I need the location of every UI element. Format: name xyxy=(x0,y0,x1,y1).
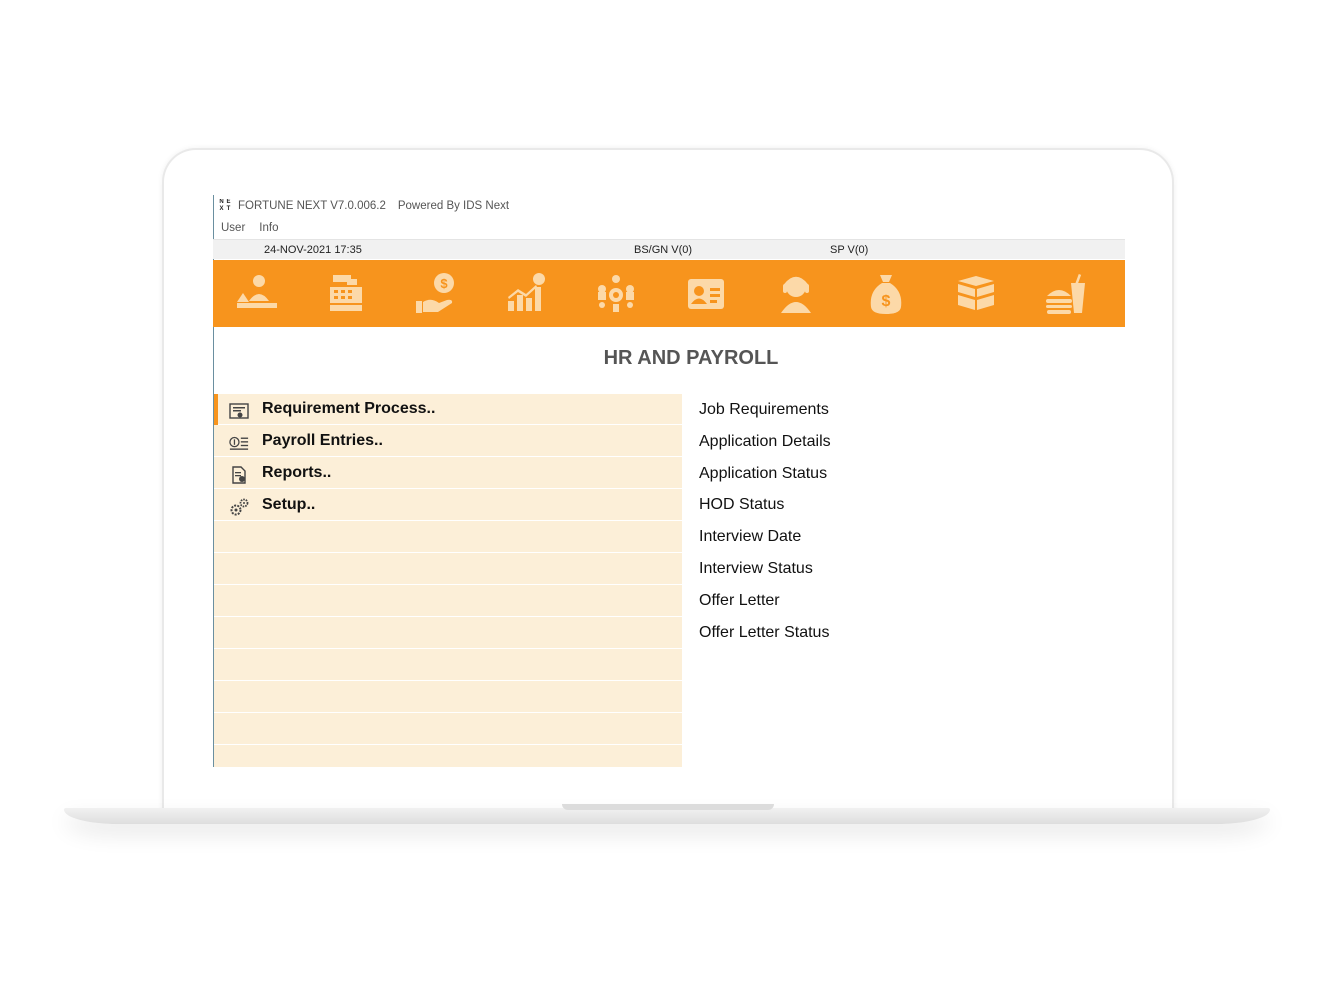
app-logo-icon: NE XT xyxy=(219,199,231,212)
empty-menu-row xyxy=(214,746,682,767)
network-hub-icon[interactable] xyxy=(593,271,639,317)
svg-text:$: $ xyxy=(882,293,891,310)
module-menu-panel: Requirement Process.. Payroll Entries.. … xyxy=(214,394,682,767)
status-bar: 24-NOV-2021 17:35 BS/GN V(0) SP V(0) xyxy=(213,239,1125,259)
menu-user[interactable]: User xyxy=(221,222,245,234)
empty-menu-row xyxy=(214,522,682,553)
svg-text:$: $ xyxy=(440,276,448,291)
status-bs-gn: BS/GN V(0) xyxy=(634,244,693,256)
cash-register-icon[interactable] xyxy=(323,271,369,317)
menu-item-label: Payroll Entries.. xyxy=(262,432,383,449)
laptop-base xyxy=(64,808,1270,824)
status-datetime: 24-NOV-2021 17:35 xyxy=(264,244,362,256)
empty-menu-row xyxy=(214,586,682,617)
food-drink-icon[interactable] xyxy=(1043,271,1089,317)
submenu-item-hod-status[interactable]: HOD Status xyxy=(699,496,919,520)
boxes-icon[interactable] xyxy=(953,271,999,317)
menu-item-label: Setup.. xyxy=(262,496,316,513)
money-bag-icon[interactable]: $ xyxy=(863,271,909,317)
app-window: NE XT FORTUNE NEXT V7.0.006.2 Powered By… xyxy=(213,193,1125,767)
menu-bar: User Info xyxy=(213,220,284,236)
support-agent-icon[interactable] xyxy=(773,271,819,317)
front-office-icon[interactable] xyxy=(233,271,279,317)
gears-icon xyxy=(230,498,249,516)
submenu-item-application-details[interactable]: Application Details xyxy=(699,433,919,457)
laptop-notch xyxy=(562,804,774,810)
menu-item-reports[interactable]: Reports.. xyxy=(214,458,682,489)
report-icon xyxy=(232,466,246,484)
menu-item-payroll-entries[interactable]: Payroll Entries.. xyxy=(214,426,682,457)
hand-money-icon[interactable]: $ xyxy=(413,271,459,317)
payroll-list-icon xyxy=(229,436,249,450)
powered-by-text: Powered By IDS Next xyxy=(397,200,510,212)
empty-menu-row xyxy=(214,618,682,649)
certificate-icon xyxy=(229,403,249,419)
id-card-icon[interactable] xyxy=(683,271,729,317)
submenu-item-job-requirements[interactable]: Job Requirements xyxy=(699,401,919,425)
empty-menu-row xyxy=(214,714,682,745)
submenu-item-application-status[interactable]: Application Status xyxy=(699,465,919,489)
submenu-item-interview-status[interactable]: Interview Status xyxy=(699,560,919,584)
window-title: FORTUNE NEXT V7.0.006.2 xyxy=(238,200,386,212)
title-bar: NE XT FORTUNE NEXT V7.0.006.2 Powered By… xyxy=(213,193,1125,219)
menu-item-setup[interactable]: Setup.. xyxy=(214,490,682,521)
empty-menu-row xyxy=(214,554,682,585)
module-toolbar: $ $ xyxy=(213,260,1125,327)
menu-item-label: Requirement Process.. xyxy=(262,400,436,417)
menu-item-label: Reports.. xyxy=(262,464,332,481)
submenu-item-interview-date[interactable]: Interview Date xyxy=(699,528,919,552)
menu-item-requirement-process[interactable]: Requirement Process.. xyxy=(214,394,682,425)
submenu-item-offer-letter-status[interactable]: Offer Letter Status xyxy=(699,624,919,648)
status-sp: SP V(0) xyxy=(830,244,869,256)
submenu-item-offer-letter[interactable]: Offer Letter xyxy=(699,592,919,616)
empty-menu-row xyxy=(214,682,682,713)
empty-menu-row xyxy=(214,650,682,681)
menu-info[interactable]: Info xyxy=(259,222,278,234)
page-title: HR AND PAYROLL xyxy=(603,347,779,369)
growth-chart-icon[interactable] xyxy=(503,271,549,317)
